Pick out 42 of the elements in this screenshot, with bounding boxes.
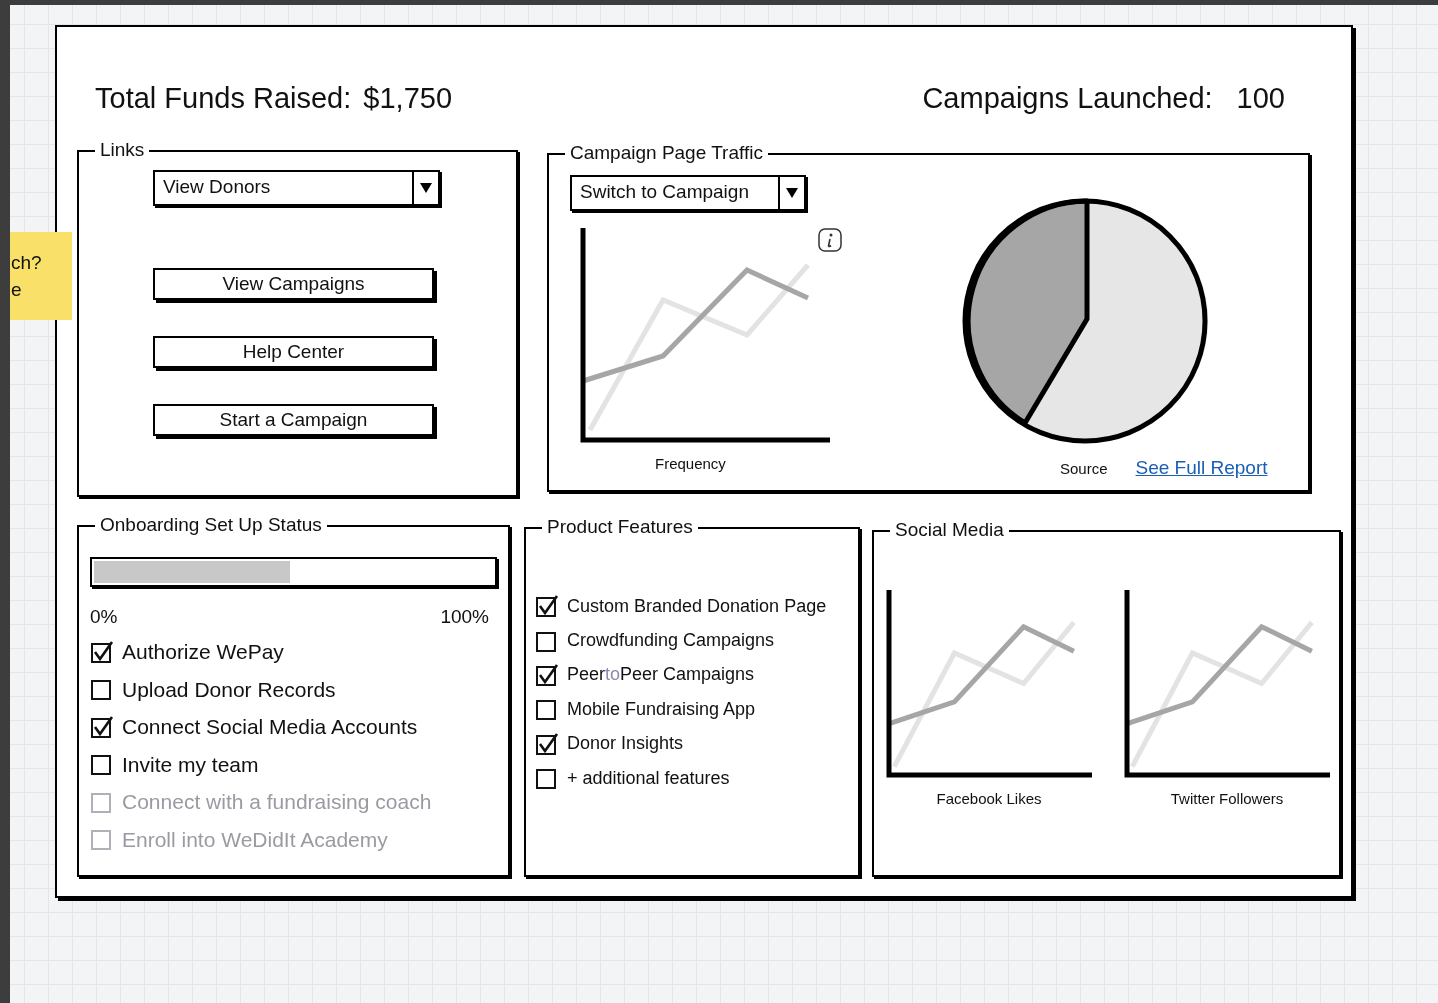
feature-label: + additional features <box>567 766 730 790</box>
checkbox[interactable] <box>535 766 559 791</box>
feature-label: Crowdfunding Campaigns <box>567 629 775 653</box>
feature-label: PeertoPeer Campaigns <box>567 663 755 687</box>
feature-label: Mobile Fundraising App <box>567 697 756 721</box>
caret-icon <box>420 183 432 193</box>
task-label: Upload Donor Records <box>122 676 336 703</box>
link-button[interactable]: Help Center <box>153 336 434 368</box>
chart-label: Twitter Followers <box>1170 789 1284 809</box>
info-icon[interactable] <box>818 228 842 252</box>
task-label: Authorize WePay <box>122 639 284 665</box>
checkbox[interactable] <box>90 714 114 739</box>
checkbox[interactable] <box>535 731 559 756</box>
see-full-report-link[interactable]: See Full Report <box>1135 454 1268 483</box>
feature-label: Custom Branded Donation Page <box>567 594 827 618</box>
dropdown[interactable]: View Donors <box>153 170 440 206</box>
progress-max-label: 100% <box>440 605 490 629</box>
checkbox[interactable] <box>90 677 114 702</box>
checkbox[interactable] <box>535 594 559 619</box>
checkbox[interactable] <box>90 639 114 664</box>
progress-min-label: 0% <box>90 605 118 629</box>
checkbox[interactable] <box>535 662 559 687</box>
chart-label: Source <box>1060 459 1108 479</box>
task-label: Enroll into WeDidIt Academy <box>122 826 388 853</box>
feature-label: Donor Insights <box>567 732 684 756</box>
link-button[interactable]: Start a Campaign <box>153 404 434 436</box>
task-label: Connect Social Media Accounts <box>122 714 418 740</box>
link-button[interactable]: View Campaigns <box>153 268 434 300</box>
checkbox[interactable] <box>90 752 114 777</box>
dropdown[interactable]: Switch to Campaign <box>570 175 806 211</box>
note-text: e <box>11 278 23 302</box>
task-label: Connect with a fundraising coach <box>122 789 432 815</box>
total-funds-value: $1,750 <box>363 81 452 117</box>
campaigns-launched-value: 100 <box>1236 81 1285 117</box>
checkbox[interactable] <box>535 697 559 722</box>
chart-label: Frequency <box>655 454 727 474</box>
campaigns-launched-label: Campaigns Launched: <box>922 81 1213 117</box>
caret-icon <box>786 188 798 198</box>
note-text: ch? <box>11 251 43 275</box>
chart-label: Facebook Likes <box>936 789 1042 809</box>
task-label: Invite my team <box>122 751 259 778</box>
total-funds-label: Total Funds Raised: <box>95 81 352 117</box>
